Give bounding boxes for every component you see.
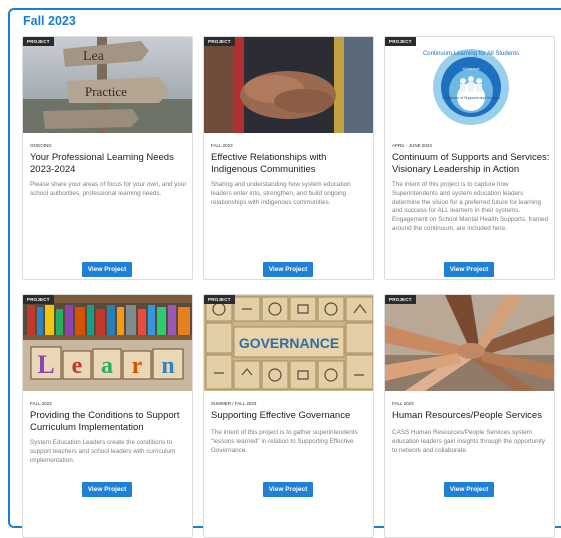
card-date: FALL 2023 [30,401,52,406]
card-description: CASS Human Resources/People Services sys… [392,429,545,454]
project-card[interactable]: Continuum Learning for All Students Univ… [384,36,555,280]
project-tag: PROJECT [23,295,54,304]
view-project-button[interactable]: View Project [263,262,313,277]
card-date: FALL 2023 [211,143,233,148]
card-title: Providing the Conditions to Support Curr… [30,410,180,433]
sign-text-top: Lea [83,49,105,64]
section-title: Fall 2023 [23,14,76,28]
block-letter: e [72,353,83,379]
project-card[interactable]: PROJECT FALL 2023 Human Resources/People… [384,294,555,538]
logo-inner-text: Universal [463,66,480,71]
block-letter: r [132,353,143,379]
project-tag: PROJECT [385,295,416,304]
view-project-button[interactable]: View Project [444,482,494,497]
card-title: Supporting Effective Governance [211,410,351,421]
view-project-button[interactable]: View Project [82,482,132,497]
governance-text: GOVERNANCE [239,335,339,351]
view-project-button[interactable]: View Project [82,262,132,277]
logo-center-text: Continuum of Supports and Services [442,96,501,100]
project-card[interactable]: PROJECT FALL 2023 Effective Relationship… [203,36,374,280]
block-letter: n [161,353,174,379]
card-title: Continuum of Supports and Services: Visi… [392,152,550,175]
card-image-hands [204,37,373,133]
project-card[interactable]: Lea Practice PROJECT ONGOING Your Profes… [22,36,193,280]
project-tag: PROJECT [385,37,416,46]
sign-text-mid: Practice [85,84,127,99]
view-project-button[interactable]: View Project [444,262,494,277]
card-date: ONGOING [30,143,52,148]
project-card[interactable]: GOVERNANCE PROJECT SUMMER / FALL 2023 Su… [203,294,374,538]
logo-arc-text: Continuum Learning for All Students [423,51,519,57]
view-project-button[interactable]: View Project [263,482,313,497]
block-letter: a [101,353,113,379]
project-tag: PROJECT [204,295,235,304]
card-description: The intent of this project is to capture… [392,181,549,232]
project-tag: PROJECT [23,37,54,46]
card-image-stacked-hands [385,295,554,391]
card-description: The intent of this project is to gather … [211,429,358,454]
card-description: System Education Leaders create the cond… [30,439,176,464]
card-description: Sharing and understanding how system edu… [211,181,351,206]
card-image-continuum-logo: Continuum Learning for All Students Univ… [385,37,554,133]
card-date: APRIL - JUNE 2024 [392,143,432,148]
card-date: SUMMER / FALL 2023 [211,401,257,406]
card-image-governance-blocks: GOVERNANCE [204,295,373,391]
block-letter: L [37,350,54,379]
card-title: Human Resources/People Services [392,410,542,421]
card-description: Please share your areas of focus for you… [30,181,187,197]
card-image-signpost: Lea Practice [23,37,192,133]
card-image-learn-blocks: L e a r n [23,295,192,391]
project-tag: PROJECT [204,37,235,46]
card-date: FALL 2023 [392,401,414,406]
card-title: Your Professional Learning Needs 2023-20… [30,152,174,175]
card-title: Effective Relationships with Indigenous … [211,152,327,175]
project-card[interactable]: L e a r n PROJECT FALL 2023 Providing th… [22,294,193,538]
